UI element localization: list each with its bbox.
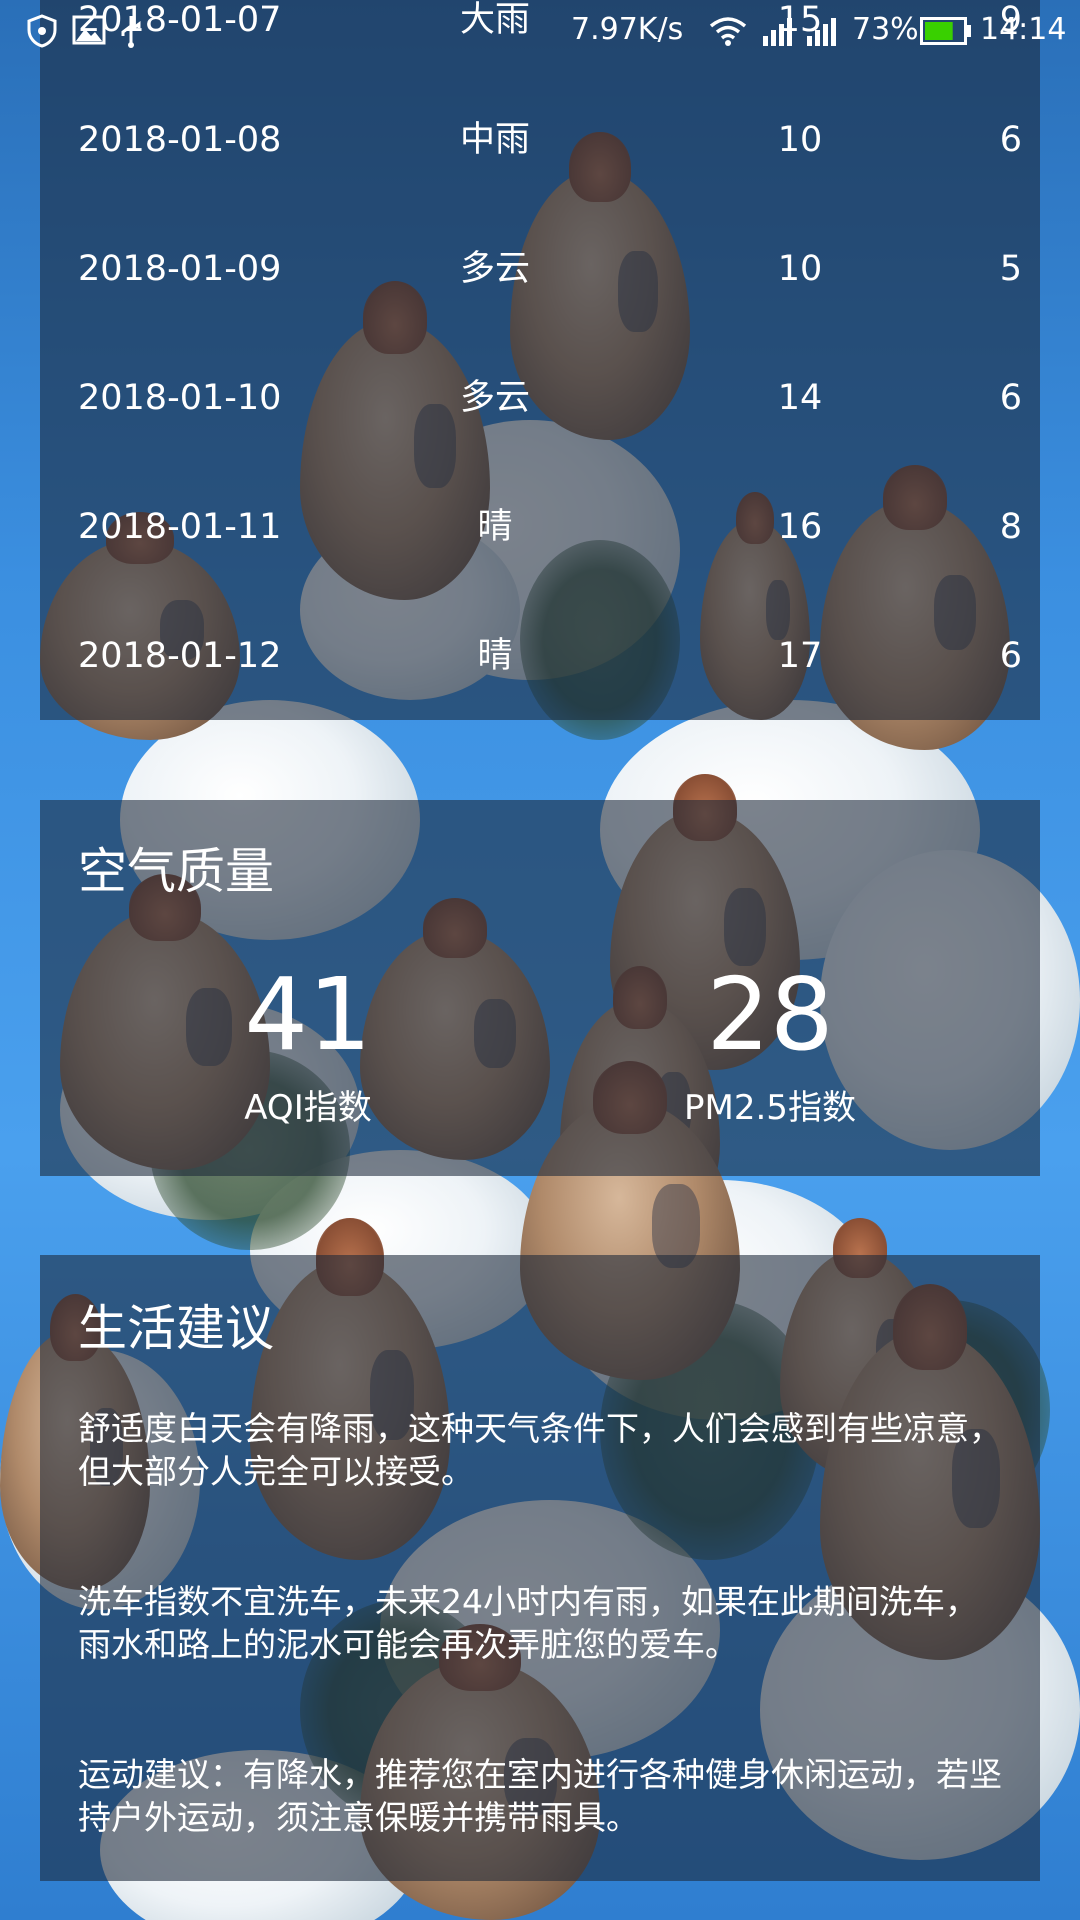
clock: 14:14: [980, 12, 1067, 47]
forecast-date: 2018-01-10: [78, 378, 282, 418]
aqi-label: AQI指数: [244, 1088, 372, 1128]
battery-icon: [920, 17, 972, 49]
forecast-max-temp: 10: [777, 120, 823, 160]
wifi-icon: [708, 16, 748, 50]
pm25-label: PM2.5指数: [684, 1088, 856, 1128]
car-wash-suggestion: 洗车指数不宜洗车，未来24小时内有雨，如果在此期间洗车，雨水和路上的泥水可能会再…: [78, 1582, 978, 1664]
forecast-max-temp: 14: [777, 378, 823, 418]
forecast-date: 2018-01-12: [78, 636, 282, 676]
usb-icon: [118, 14, 144, 52]
forecast-card: 2018-01-07 大雨 15 9 2018-01-08 中雨 10 6 20…: [40, 0, 1040, 720]
forecast-min-temp: 6: [999, 378, 1022, 418]
air-quality-card: 空气质量 41 AQI指数 28 PM2.5指数: [40, 800, 1040, 1176]
forecast-condition: 多云: [459, 249, 530, 289]
forecast-condition: 晴: [477, 636, 513, 676]
life-suggestion-title: 生活建议: [78, 1300, 275, 1357]
forecast-max-temp: 17: [777, 636, 823, 676]
shield-icon: [26, 14, 58, 52]
network-speed: 7.97K/s: [571, 12, 684, 47]
forecast-date: 2018-01-11: [78, 507, 282, 547]
forecast-date: 2018-01-08: [78, 120, 282, 160]
forecast-condition: 晴: [477, 507, 513, 547]
forecast-condition: 中雨: [459, 120, 530, 160]
image-icon: [72, 14, 106, 50]
pm25-value: 28: [706, 956, 834, 1073]
forecast-row: 2018-01-08 中雨 10 6: [40, 110, 1040, 170]
forecast-condition: 多云: [459, 378, 530, 418]
battery-percent: 73%: [852, 12, 919, 47]
forecast-row: 2018-01-12 晴 17 6: [40, 626, 1040, 686]
forecast-row: 2018-01-11 晴 16 8: [40, 497, 1040, 557]
forecast-min-temp: 5: [999, 249, 1022, 289]
aqi-value: 41: [244, 956, 372, 1073]
forecast-min-temp: 8: [999, 507, 1022, 547]
forecast-row: 2018-01-09 多云 10 5: [40, 239, 1040, 299]
comfort-suggestion: 舒适度白天会有降雨，这种天气条件下，人们会感到有些凉意，但大部分人完全可以接受。: [78, 1409, 1002, 1491]
signal-icon: [806, 16, 842, 50]
status-bar: 7.97K/s 73% 14:14: [0, 0, 1080, 60]
life-suggestion-card: 生活建议 舒适度白天会有降雨，这种天气条件下，人们会感到有些凉意，但大部分人完全…: [40, 1255, 1040, 1881]
forecast-min-temp: 6: [999, 636, 1022, 676]
forecast-max-temp: 16: [777, 507, 823, 547]
sport-suggestion: 运动建议：有降水，推荐您在室内进行各种健身休闲运动，若坚持户外运动，须注意保暖并…: [78, 1755, 1002, 1837]
forecast-max-temp: 10: [777, 249, 823, 289]
forecast-date: 2018-01-09: [78, 249, 282, 289]
signal-icon: [762, 16, 798, 50]
forecast-min-temp: 6: [999, 120, 1022, 160]
forecast-row: 2018-01-10 多云 14 6: [40, 368, 1040, 428]
air-quality-title: 空气质量: [78, 843, 275, 900]
